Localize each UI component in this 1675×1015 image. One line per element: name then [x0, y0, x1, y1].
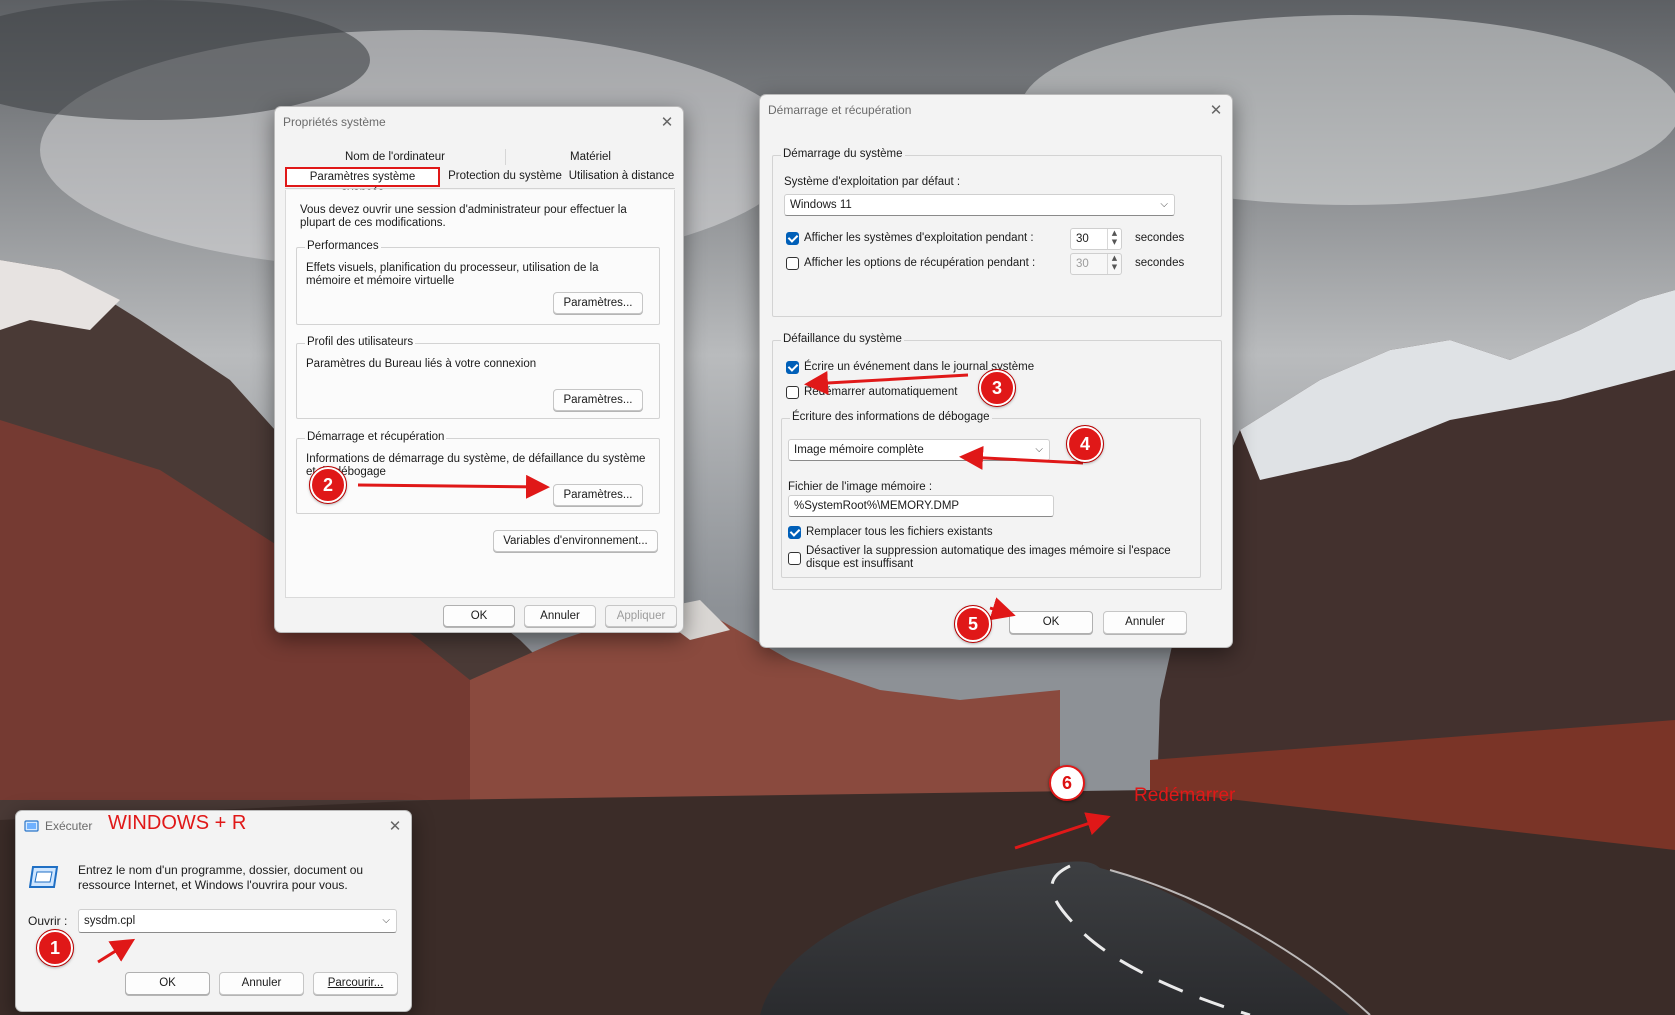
chevron-down-icon: ⌵ [382, 915, 390, 926]
auto-restart-checkbox[interactable] [786, 386, 799, 399]
environment-variables-button[interactable]: Variables d'environnement... [493, 530, 658, 552]
tab-panel: Vous devez ouvrir une session d'administ… [285, 190, 675, 598]
show-recovery-value: 30 [1076, 258, 1089, 270]
dump-file-value: %SystemRoot%\MEMORY.DMP [794, 500, 960, 512]
show-os-value: 30 [1076, 233, 1089, 245]
step-6-marker: 6 [1049, 765, 1085, 801]
show-os-checkbox[interactable] [786, 232, 799, 245]
performance-desc: Effets visuels, planification du process… [306, 262, 599, 287]
overwrite-label: Remplacer tous les fichiers existants [806, 526, 993, 538]
debug-info-value: Image mémoire complète [794, 444, 924, 456]
dump-file-input[interactable]: %SystemRoot%\MEMORY.DMP [788, 495, 1054, 517]
debug-info-group: Écriture des informations de débogage Im… [781, 411, 1201, 578]
performance-title: Performances [305, 240, 381, 252]
startup-recovery-titlebar[interactable]: Démarrage et récupération [760, 95, 1232, 125]
startup-recovery-desc: Informations de démarrage du système, de… [306, 453, 646, 478]
spinner-arrows-icon[interactable]: ▲ ▼ [1107, 229, 1121, 249]
cancel-button[interactable]: Annuler [1103, 611, 1187, 634]
show-os-seconds: secondes [1135, 232, 1185, 244]
close-icon[interactable]: ✕ [385, 816, 405, 836]
step-4-marker: 4 [1066, 425, 1104, 463]
run-window: Exécuter ✕ Entrez le nom d'un programme,… [15, 810, 412, 1012]
run-app-icon [24, 820, 39, 832]
system-startup-group: Démarrage du système Système d'exploitat… [772, 148, 1222, 317]
system-startup-title: Démarrage du système [781, 148, 905, 160]
disable-auto-delete-label: Désactiver la suppression automatique de… [806, 545, 1171, 570]
startup-recovery-group: Démarrage et récupération Informations d… [296, 431, 660, 514]
default-os-select[interactable]: Windows 11 ⌵ [784, 194, 1175, 216]
overwrite-checkbox[interactable] [788, 526, 801, 539]
close-icon[interactable]: ✕ [657, 112, 677, 132]
show-recovery-seconds: secondes [1135, 257, 1185, 269]
startup-recovery-title: Démarrage et récupération [305, 431, 447, 443]
tab-hardware[interactable]: Matériel [506, 150, 675, 164]
run-description: Entrez le nom d'un programme, dossier, d… [78, 863, 364, 892]
user-profiles-settings-button[interactable]: Paramètres... [553, 389, 643, 411]
tab-remote[interactable]: Utilisation à distance [568, 169, 675, 183]
show-os-spinner[interactable]: 30 ▲ ▼ [1070, 228, 1122, 250]
performance-group: Performances Effets visuels, planificati… [296, 240, 660, 325]
user-profiles-group: Profil des utilisateurs Paramètres du Bu… [296, 336, 660, 419]
open-label: Ouvrir : [28, 914, 68, 928]
show-recovery-checkbox[interactable] [786, 257, 799, 270]
chevron-down-icon: ⌵ [1035, 444, 1043, 455]
tab-system-protection[interactable]: Protection du système [445, 169, 565, 183]
apply-button[interactable]: Appliquer [605, 605, 677, 627]
show-recovery-label: Afficher les options de récupération pen… [804, 257, 1036, 269]
admin-note: Vous devez ouvrir une session d'administ… [300, 204, 627, 229]
run-large-icon [29, 866, 59, 888]
disable-auto-delete-checkbox[interactable] [788, 552, 801, 565]
performance-settings-button[interactable]: Paramètres... [553, 292, 643, 314]
tab-strip: Nom de l'ordinateur Matériel Paramètres … [285, 147, 675, 199]
spinner-arrows-icon[interactable]: ▲ ▼ [1107, 254, 1121, 274]
default-os-value: Windows 11 [790, 199, 852, 211]
system-properties-title: Propriétés système [283, 115, 386, 129]
open-input[interactable]: sysdm.cpl ⌵ [78, 909, 397, 933]
dump-file-label: Fichier de l'image mémoire : [788, 481, 933, 493]
step-2-marker: 2 [309, 466, 347, 504]
system-properties-titlebar[interactable]: Propriétés système [275, 107, 683, 137]
close-icon[interactable]: ✕ [1206, 100, 1226, 120]
restart-annotation: Redémarrer [1134, 785, 1236, 806]
shortcut-annotation: WINDOWS + R [108, 812, 247, 834]
show-recovery-spinner[interactable]: 30 ▲ ▼ [1070, 253, 1122, 275]
step-1-marker: 1 [36, 929, 74, 967]
user-profiles-title: Profil des utilisateurs [305, 336, 416, 348]
chevron-down-icon: ⌵ [1160, 199, 1168, 210]
open-value: sysdm.cpl [84, 915, 136, 927]
write-event-checkbox[interactable] [786, 361, 799, 374]
cancel-button[interactable]: Annuler [219, 972, 304, 995]
show-os-label: Afficher les systèmes d'exploitation pen… [804, 232, 1034, 244]
tab-advanced-system-settings[interactable]: Paramètres système avancés [285, 167, 440, 199]
step-5-marker: 5 [954, 605, 992, 643]
system-properties-window: Propriétés système ✕ Nom de l'ordinateur… [274, 106, 684, 633]
debug-info-select[interactable]: Image mémoire complète ⌵ [788, 439, 1050, 461]
ok-button[interactable]: OK [125, 972, 210, 995]
startup-recovery-dialog-title: Démarrage et récupération [768, 103, 912, 117]
user-profiles-desc: Paramètres du Bureau liés à votre connex… [306, 358, 537, 370]
ok-button[interactable]: OK [443, 605, 515, 627]
auto-restart-label: Redémarrer automatiquement [804, 386, 958, 398]
step-3-marker: 3 [978, 369, 1016, 407]
default-os-label: Système d'exploitation par défaut : [784, 176, 961, 188]
run-title: Exécuter [45, 819, 93, 833]
tab-computer-name[interactable]: Nom de l'ordinateur [285, 150, 505, 164]
debug-info-title: Écriture des informations de débogage [790, 411, 992, 423]
browse-button[interactable]: Parcourir... [313, 972, 398, 995]
cancel-button[interactable]: Annuler [524, 605, 596, 627]
system-failure-title: Défaillance du système [781, 333, 904, 345]
startup-recovery-settings-button[interactable]: Paramètres... [553, 484, 643, 506]
ok-button[interactable]: OK [1009, 611, 1093, 634]
